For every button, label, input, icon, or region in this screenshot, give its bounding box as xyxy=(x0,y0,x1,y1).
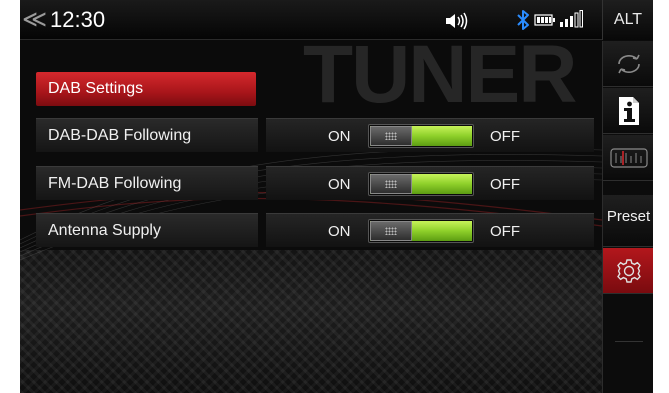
dab-dab-following-switch-row[interactable]: ON OFF xyxy=(266,118,594,152)
preset-label: Preset xyxy=(606,208,651,225)
antenna-supply-toggle[interactable] xyxy=(368,219,474,243)
head-unit-screen: ≪ 12:30 ALT TUNER DAB Settings DAB-DAB F… xyxy=(20,0,653,393)
gear-icon xyxy=(616,258,641,283)
grip-icon xyxy=(385,132,397,140)
off-label: OFF xyxy=(490,176,520,193)
signal-icon xyxy=(560,10,583,28)
toggle-knob[interactable] xyxy=(370,174,412,194)
off-label: OFF xyxy=(490,223,520,240)
alt-button[interactable]: ALT xyxy=(602,0,653,40)
sync-button[interactable] xyxy=(603,41,653,87)
settings-button[interactable] xyxy=(603,248,653,294)
toggle-knob[interactable] xyxy=(370,126,412,146)
battery-icon xyxy=(534,14,555,26)
on-label: ON xyxy=(328,176,351,193)
sync-icon xyxy=(617,54,640,73)
toggle-knob[interactable] xyxy=(370,221,412,241)
back-button[interactable]: ≪ xyxy=(22,6,48,34)
fm-dab-following-label[interactable]: FM-DAB Following xyxy=(36,166,258,200)
info-button[interactable] xyxy=(603,88,653,134)
antenna-supply-label[interactable]: Antenna Supply xyxy=(36,213,258,247)
right-rail: Preset xyxy=(602,41,653,393)
preset-button[interactable]: Preset xyxy=(603,195,653,247)
grip-icon xyxy=(385,180,397,188)
frequency-scale-button[interactable] xyxy=(603,135,653,181)
clock: 12:30 xyxy=(50,7,106,32)
info-icon xyxy=(618,96,639,125)
dab-settings-header[interactable]: DAB Settings xyxy=(36,72,256,106)
on-label: ON xyxy=(328,128,351,145)
grip-icon xyxy=(385,227,397,235)
dab-dab-following-toggle[interactable] xyxy=(368,124,474,148)
antenna-supply-switch-row[interactable]: ON OFF xyxy=(266,213,594,247)
off-label: OFF xyxy=(490,128,520,145)
rail-divider xyxy=(615,341,643,342)
fm-dab-following-toggle[interactable] xyxy=(368,172,474,196)
on-label: ON xyxy=(328,223,351,240)
carbon-background xyxy=(20,250,602,393)
fm-dab-following-switch-row[interactable]: ON OFF xyxy=(266,166,594,200)
tuner-scale-icon xyxy=(609,147,648,168)
tuner-watermark: TUNER xyxy=(303,29,577,120)
dab-dab-following-label[interactable]: DAB-DAB Following xyxy=(36,118,258,152)
